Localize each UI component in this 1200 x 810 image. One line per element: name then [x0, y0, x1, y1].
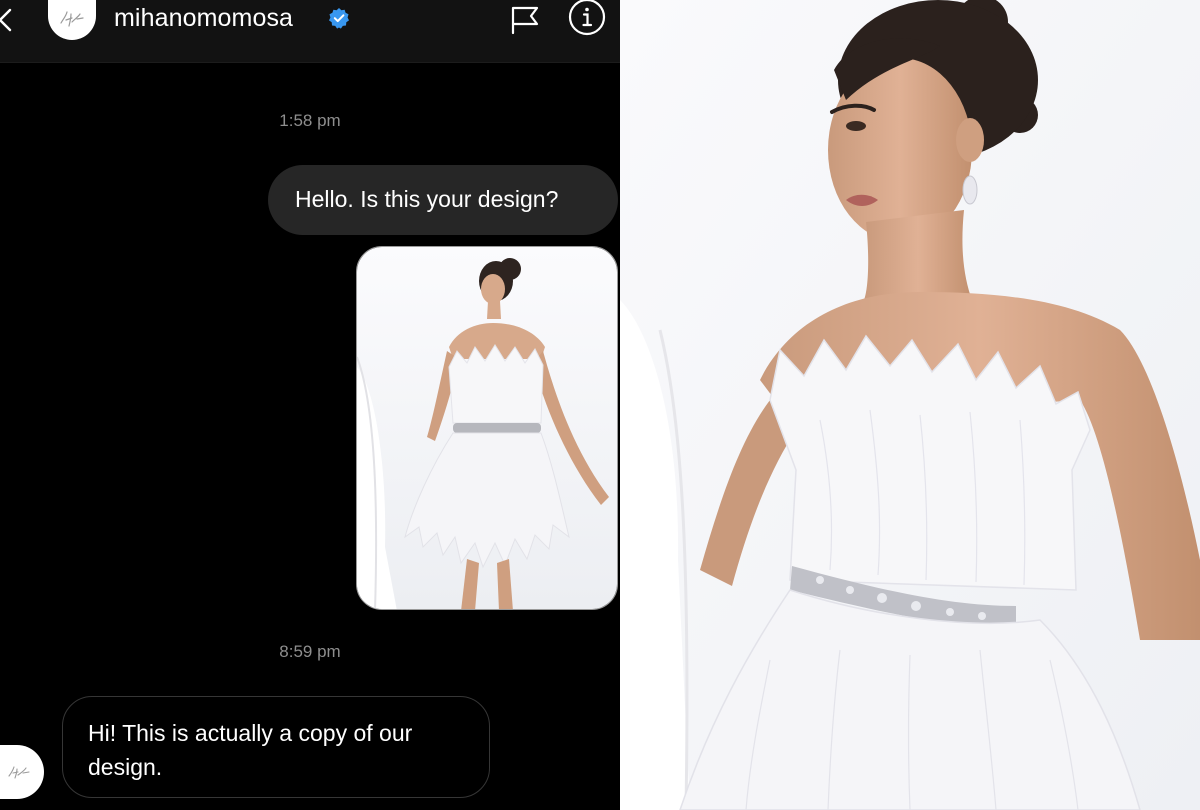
message-timestamp: 1:58 pm [279, 111, 341, 130]
message-timestamp: 8:59 pm [279, 642, 341, 661]
incoming-message-text: Hi! This is actually a copy of our desig… [88, 720, 413, 780]
info-icon[interactable] [567, 0, 607, 44]
incoming-message-bubble[interactable]: Hi! This is actually a copy of our desig… [62, 696, 490, 798]
comparison-photo [620, 0, 1200, 810]
dm-conversation-panel: mihanomomosa 1:58 pm Hello. Is this your… [0, 0, 620, 810]
outgoing-message-bubble[interactable]: Hello. Is this your design? [268, 165, 618, 235]
conversation-header: mihanomomosa [0, 0, 620, 63]
verified-badge-icon [328, 7, 350, 34]
model-photo-image [620, 0, 1200, 810]
outgoing-message-text: Hello. Is this your design? [295, 186, 559, 212]
avatar[interactable] [48, 0, 96, 40]
conversation-username[interactable]: mihanomomosa [114, 4, 293, 33]
chevron-left-icon[interactable] [0, 8, 16, 32]
photo-thumbnail [357, 247, 617, 609]
flag-icon[interactable] [510, 5, 540, 40]
sender-avatar[interactable] [0, 745, 44, 799]
outgoing-image-message[interactable] [356, 246, 618, 610]
